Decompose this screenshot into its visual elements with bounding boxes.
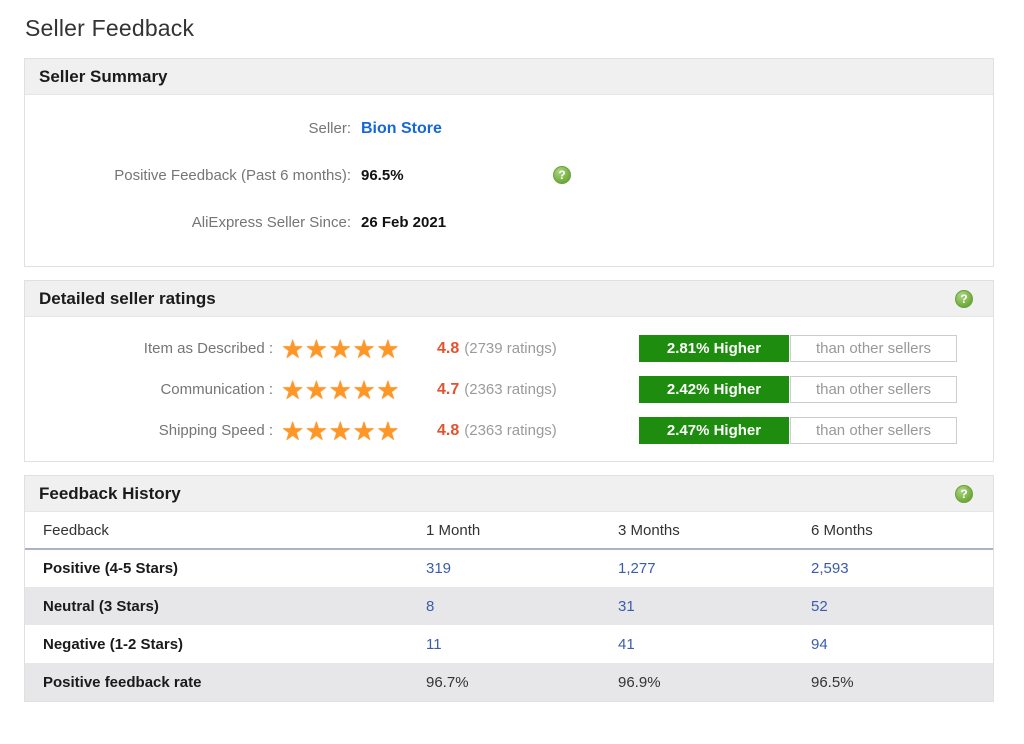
compare-box: than other sellers bbox=[790, 376, 957, 403]
rate-value: 96.9% bbox=[618, 673, 661, 691]
row-label: Positive feedback rate bbox=[43, 673, 202, 691]
detailed-ratings-header: Detailed seller ratings ? bbox=[25, 281, 993, 317]
rating-count: (2363 ratings) bbox=[464, 422, 557, 439]
seller-summary-body: Seller: Bion Store Positive Feedback (Pa… bbox=[25, 95, 993, 266]
star-rating-icon: ★★★★★ ★★★★★ bbox=[281, 417, 415, 445]
help-icon[interactable]: ? bbox=[955, 289, 973, 308]
rating-label: Shipping Speed : bbox=[158, 422, 273, 439]
higher-badge: 2.42% Higher bbox=[639, 376, 789, 403]
comparison-badge: 2.42% Higher than other sellers bbox=[639, 376, 957, 403]
seller-since-value: 26 Feb 2021 bbox=[361, 214, 447, 231]
help-icon[interactable]: ? bbox=[955, 484, 973, 503]
rating-score: 4.7 bbox=[437, 380, 460, 398]
feedback-history-section: Feedback History ? Feedback 1 Month 3 Mo… bbox=[24, 475, 994, 702]
star-rating-icon: ★★★★★ ★★★★★ bbox=[281, 335, 415, 363]
feedback-history-title: Feedback History bbox=[39, 483, 181, 503]
table-row-positive: Positive (4-5 Stars) 319 1,277 2,593 bbox=[25, 549, 993, 587]
stars-filled-icon: ★★★★★ bbox=[281, 334, 401, 363]
seller-summary-title: Seller Summary bbox=[39, 66, 168, 86]
rating-row-communication: Communication : ★★★★★ ★★★★★ 4.7 (2363 ra… bbox=[25, 369, 957, 410]
count-link[interactable]: 41 bbox=[618, 636, 635, 653]
rating-label: Item as Described : bbox=[143, 340, 273, 357]
stars-filled-icon: ★★★★★ bbox=[281, 416, 401, 445]
table-row-positive-rate: Positive feedback rate 96.7% 96.9% 96.5% bbox=[25, 663, 993, 701]
column-header-1-month: 1 Month bbox=[426, 512, 618, 550]
rating-score: 4.8 bbox=[437, 421, 460, 439]
rating-count: (2363 ratings) bbox=[464, 381, 557, 398]
summary-row-positive-feedback: Positive Feedback (Past 6 months): 96.5%… bbox=[25, 152, 993, 199]
table-row-negative: Negative (1-2 Stars) 11 41 94 bbox=[25, 625, 993, 663]
rating-count: (2739 ratings) bbox=[464, 340, 557, 357]
count-link[interactable]: 52 bbox=[811, 598, 828, 615]
count-link[interactable]: 1,277 bbox=[618, 560, 656, 577]
detailed-ratings-title: Detailed seller ratings bbox=[39, 288, 216, 308]
star-rating-icon: ★★★★★ ★★★★★ bbox=[281, 376, 415, 404]
seller-feedback-page: { "colors": { "accent_green": "#1e8c0e",… bbox=[0, 15, 1024, 744]
page-title: Seller Feedback bbox=[25, 15, 195, 41]
higher-badge: 2.81% Higher bbox=[639, 335, 789, 362]
column-header-6-months: 6 Months bbox=[811, 512, 993, 550]
count-link[interactable]: 11 bbox=[426, 636, 442, 653]
summary-row-seller-since: AliExpress Seller Since: 26 Feb 2021 bbox=[25, 199, 993, 246]
seller-since-label: AliExpress Seller Since: bbox=[191, 214, 351, 231]
rating-label: Communication : bbox=[160, 381, 273, 398]
row-label: Neutral (3 Stars) bbox=[43, 597, 159, 615]
table-header-row: Feedback 1 Month 3 Months 6 Months bbox=[25, 512, 993, 550]
count-link[interactable]: 31 bbox=[618, 598, 635, 615]
column-header-3-months: 3 Months bbox=[618, 512, 811, 550]
row-label: Positive (4-5 Stars) bbox=[43, 560, 179, 577]
positive-feedback-label: Positive Feedback (Past 6 months): bbox=[114, 167, 351, 184]
rate-value: 96.5% bbox=[811, 673, 854, 691]
count-link[interactable]: 8 bbox=[426, 598, 434, 615]
seller-summary-header: Seller Summary bbox=[25, 59, 993, 95]
compare-box: than other sellers bbox=[790, 335, 957, 362]
count-link[interactable]: 94 bbox=[811, 636, 828, 653]
seller-summary-section: Seller Summary Seller: Bion Store Positi… bbox=[24, 58, 994, 267]
count-link[interactable]: 2,593 bbox=[811, 560, 849, 577]
rating-row-shipping-speed: Shipping Speed : ★★★★★ ★★★★★ 4.8 (2363 r… bbox=[25, 410, 957, 451]
detailed-ratings-body: Item as Described : ★★★★★ ★★★★★ 4.8 (273… bbox=[25, 317, 993, 461]
compare-box: than other sellers bbox=[790, 417, 957, 444]
rating-score: 4.8 bbox=[437, 339, 460, 357]
seller-store-link[interactable]: Bion Store bbox=[361, 120, 442, 138]
comparison-badge: 2.47% Higher than other sellers bbox=[639, 417, 957, 444]
detailed-ratings-section: Detailed seller ratings ? Item as Descri… bbox=[24, 280, 994, 462]
summary-row-seller: Seller: Bion Store bbox=[25, 105, 993, 152]
higher-badge: 2.47% Higher bbox=[639, 417, 789, 444]
column-header-feedback: Feedback bbox=[25, 512, 426, 550]
table-row-neutral: Neutral (3 Stars) 8 31 52 bbox=[25, 587, 993, 625]
rate-value: 96.7% bbox=[426, 673, 469, 691]
stars-filled-icon: ★★★★★ bbox=[281, 375, 401, 404]
row-label: Negative (1-2 Stars) bbox=[43, 635, 184, 653]
count-link[interactable]: 319 bbox=[426, 560, 451, 577]
rating-row-item-as-described: Item as Described : ★★★★★ ★★★★★ 4.8 (273… bbox=[25, 328, 957, 369]
seller-label: Seller: bbox=[308, 120, 351, 137]
help-icon[interactable]: ? bbox=[553, 166, 571, 184]
feedback-history-header: Feedback History ? bbox=[25, 476, 993, 512]
feedback-history-table: Feedback 1 Month 3 Months 6 Months Posit… bbox=[25, 512, 993, 701]
comparison-badge: 2.81% Higher than other sellers bbox=[639, 335, 957, 362]
positive-feedback-value: 96.5% bbox=[361, 167, 404, 184]
